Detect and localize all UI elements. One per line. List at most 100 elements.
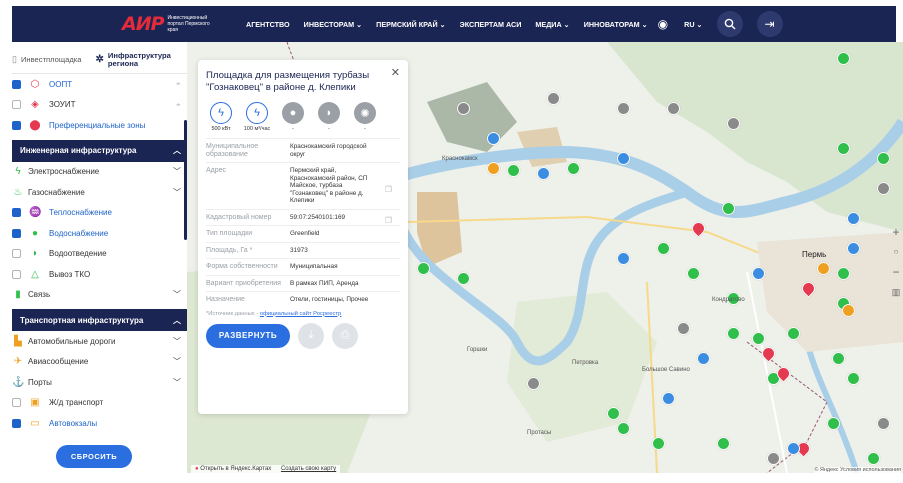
map-book-icon[interactable]: ▥: [889, 282, 903, 302]
login-button[interactable]: ⇥: [756, 11, 783, 37]
map-marker[interactable]: [722, 202, 735, 215]
map-marker[interactable]: [837, 142, 850, 155]
map-marker[interactable]: [487, 162, 500, 175]
map-marker[interactable]: [847, 212, 860, 225]
layer-preferential-zones[interactable]: ⬤ Преференциальные зоны: [12, 115, 187, 136]
nav-innovators[interactable]: ИННОВАТОРАМ ⌄: [584, 20, 648, 29]
checkbox[interactable]: [12, 100, 21, 110]
map-marker[interactable]: [877, 182, 890, 195]
map-marker[interactable]: [787, 442, 800, 455]
map-marker[interactable]: [837, 52, 850, 65]
tab-invest-site[interactable]: ▯ Инвестплощадка: [12, 54, 82, 65]
map-marker[interactable]: [567, 162, 580, 175]
map-marker[interactable]: [787, 327, 800, 340]
section-transport[interactable]: Транспортная инфраструктура ︿: [12, 309, 187, 331]
group-gas[interactable]: ♨ Газоснабжение ﹀: [12, 182, 187, 203]
language-select[interactable]: RU ⌄: [684, 20, 702, 29]
map-marker[interactable]: [842, 304, 855, 317]
accessibility-eye-icon[interactable]: ◉: [658, 17, 668, 31]
section-engineering[interactable]: Инженерная инфраструктура ︿: [12, 139, 187, 162]
map-marker[interactable]: [607, 407, 620, 420]
map-marker[interactable]: [847, 372, 860, 385]
map-marker[interactable]: [717, 437, 730, 450]
map-marker[interactable]: [867, 452, 880, 465]
nav-perm-krai[interactable]: ПЕРМСКИЙ КРАЙ ⌄: [376, 20, 445, 29]
search-button[interactable]: [716, 11, 743, 37]
download-button[interactable]: ⤓: [298, 322, 324, 349]
create-map-link[interactable]: Создать свою карту: [281, 466, 336, 472]
nav-investors[interactable]: ИНВЕСТОРАМ ⌄: [304, 20, 363, 29]
map-marker[interactable]: [827, 417, 840, 430]
visibility-eye-icon[interactable]: ◓: [176, 79, 181, 89]
map-marker[interactable]: [832, 352, 845, 365]
checkbox[interactable]: [12, 79, 21, 89]
map-marker[interactable]: [617, 252, 630, 265]
checkbox[interactable]: [12, 120, 21, 130]
layer-zouit[interactable]: ◈ ЗОУИТ ◓: [12, 95, 187, 116]
map-copyright[interactable]: © Яндекс Условия использования: [814, 467, 901, 473]
logo[interactable]: АИР Инвестиционный портал Пермского края: [122, 13, 240, 35]
map-marker[interactable]: [457, 272, 470, 285]
map-marker[interactable]: [727, 327, 740, 340]
checkbox[interactable]: [12, 269, 21, 279]
group-ports[interactable]: ⚓ Порты ﹀: [12, 372, 187, 393]
map-marker[interactable]: [617, 102, 630, 115]
map-marker[interactable]: [507, 164, 520, 177]
map-marker[interactable]: [877, 417, 890, 430]
layer-railway[interactable]: ▣ Ж/д транспорт: [12, 393, 187, 414]
zoom-in-button[interactable]: +: [889, 222, 903, 242]
map-marker[interactable]: [752, 332, 765, 345]
map-marker[interactable]: [487, 132, 500, 145]
tab-infrastructure[interactable]: ✲ Инфраструктура региона: [96, 51, 171, 68]
map-marker[interactable]: [727, 117, 740, 130]
map-marker[interactable]: [847, 242, 860, 255]
map-marker[interactable]: [652, 437, 665, 450]
map-marker[interactable]: [752, 267, 765, 280]
close-icon[interactable]: ✕: [391, 66, 400, 79]
map-marker[interactable]: [417, 262, 430, 275]
map-marker[interactable]: [697, 352, 710, 365]
group-roads[interactable]: ▙ Автомобильные дороги ﹀: [12, 331, 187, 352]
map-marker[interactable]: [537, 167, 550, 180]
copy-icon[interactable]: ❐: [385, 186, 392, 194]
map-marker[interactable]: [617, 152, 630, 165]
group-communication[interactable]: ▮ Связь ﹀: [12, 285, 187, 306]
expand-button[interactable]: РАЗВЕРНУТЬ: [206, 323, 290, 348]
map-marker[interactable]: [817, 262, 830, 275]
nav-media[interactable]: МЕДИА ⌄: [535, 20, 569, 29]
map-marker[interactable]: [617, 422, 630, 435]
nav-agency[interactable]: АГЕНТСТВО: [246, 20, 290, 29]
layer-water-supply[interactable]: ● Водоснабжение: [12, 223, 187, 244]
map-marker[interactable]: [657, 242, 670, 255]
checkbox[interactable]: [12, 249, 21, 259]
zoom-out-button[interactable]: −: [889, 262, 903, 282]
map-marker[interactable]: [547, 92, 560, 105]
rosreestr-link[interactable]: официальный сайт Росреестр: [260, 311, 341, 317]
layer-sewerage[interactable]: ◗ Водоотведение: [12, 244, 187, 265]
checkbox[interactable]: [12, 208, 21, 218]
visibility-eye-icon[interactable]: ◓: [176, 100, 181, 110]
map-marker[interactable]: [687, 267, 700, 280]
map-marker[interactable]: [662, 392, 675, 405]
map-marker[interactable]: [667, 102, 680, 115]
print-button[interactable]: ⎙: [332, 322, 358, 349]
map-marker[interactable]: [677, 322, 690, 335]
map-marker[interactable]: [877, 152, 890, 165]
map-marker[interactable]: [527, 377, 540, 390]
layer-waste[interactable]: △ Вывоз ТКО: [12, 264, 187, 285]
layer-heating[interactable]: ♒ Теплоснабжение: [12, 203, 187, 224]
checkbox[interactable]: [12, 418, 21, 428]
group-electricity[interactable]: ϟ Электроснабжение ﹀: [12, 162, 187, 183]
layer-bus-stations[interactable]: ▭ Автовокзалы: [12, 413, 187, 434]
checkbox[interactable]: [12, 228, 21, 238]
map-marker[interactable]: [767, 452, 780, 465]
map-marker[interactable]: [457, 102, 470, 115]
checkbox[interactable]: [12, 398, 21, 408]
copy-icon[interactable]: ❐: [385, 217, 392, 225]
map-marker[interactable]: [837, 267, 850, 280]
layer-oopt[interactable]: ⬡ ООПТ ◓: [12, 74, 187, 95]
reset-button[interactable]: СБРОСИТЬ: [56, 445, 132, 468]
open-in-yandex-link[interactable]: Открыть в Яндекс.Картах: [200, 466, 271, 472]
group-aviation[interactable]: ✈ Авиасообщение ﹀: [12, 352, 187, 373]
nav-experts[interactable]: ЭКСПЕРТАМ АСИ: [460, 20, 522, 29]
